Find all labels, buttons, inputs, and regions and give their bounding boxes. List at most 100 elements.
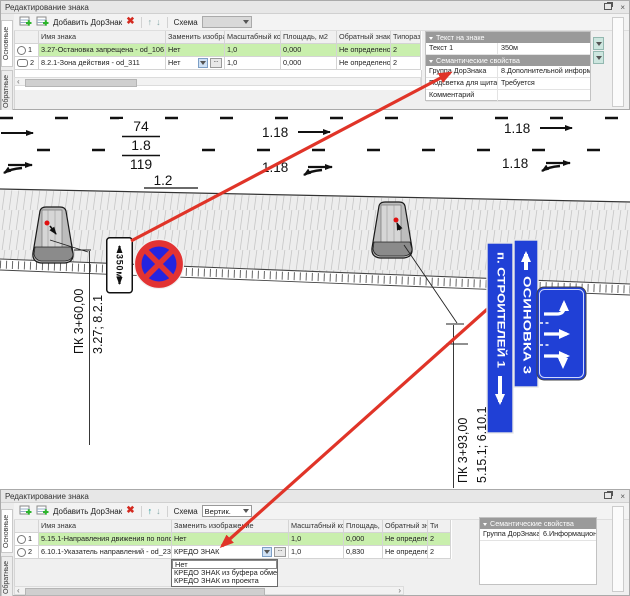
horizontal-scrollbar[interactable]: ‹ ›	[14, 586, 404, 595]
schema-select[interactable]	[202, 16, 252, 28]
row-selector-icon[interactable]	[17, 535, 26, 544]
browse-button[interactable]: ...	[274, 547, 286, 557]
add-sign-button[interactable]: Добавить ДорЗнак	[53, 507, 122, 516]
cell-sign-name[interactable]: 6.10.1-Указатель направлений - od_233	[39, 546, 172, 559]
add-sign-button[interactable]: Добавить ДорЗнак	[53, 18, 122, 27]
col-scale[interactable]: Масштабный ко	[289, 520, 344, 533]
scroll-left-icon[interactable]: ‹	[15, 78, 22, 85]
cell-scale[interactable]: 1,0	[289, 546, 344, 559]
col-area[interactable]: Площадь,	[344, 520, 383, 533]
prop-row-comment[interactable]: Комментарий	[426, 90, 590, 102]
scrollbar-thumb[interactable]	[25, 588, 265, 596]
scroll-right-icon[interactable]: ›	[396, 587, 403, 594]
section-semantic-props[interactable]: Семантические свойства	[480, 518, 596, 529]
scroll-left-icon[interactable]: ‹	[15, 587, 22, 594]
zone-sign-350m[interactable]: 350м	[107, 238, 133, 293]
tab-reverse[interactable]: Обратные	[1, 70, 13, 112]
move-down-icon[interactable]: ↓	[156, 506, 161, 516]
table-row[interactable]: 1 3.27-Остановка запрещена - od_106 Нет …	[15, 44, 422, 57]
chevron-down-icon[interactable]	[262, 547, 272, 557]
lane-directions-sign[interactable]	[537, 287, 586, 380]
add-sign-alt-icon[interactable]	[36, 16, 49, 28]
table-row[interactable]: 1 5.15.1-Направления движения по полосам…	[15, 533, 452, 546]
mini-scrollbar[interactable]	[593, 37, 604, 64]
prop-value[interactable]: Требуется	[498, 78, 590, 89]
float-window-icon[interactable]	[604, 3, 614, 12]
delete-sign-icon[interactable]: ✖	[126, 506, 134, 516]
schema-select[interactable]: Вертик.	[202, 505, 252, 517]
cell-size[interactable]: 2	[428, 533, 451, 546]
move-up-icon[interactable]: ↑	[148, 17, 153, 27]
table-row[interactable]: 2 8.2.1-Зона действия - od_311 Нет... 1,…	[15, 57, 422, 70]
cell-scale[interactable]: 1,0	[225, 44, 281, 57]
scrollbar-thumb[interactable]	[25, 79, 137, 87]
prop-row-group[interactable]: Группа ДорЗнака 8.Дополнительной информа…	[426, 66, 590, 78]
prop-value[interactable]: 6.Информационные	[540, 529, 596, 540]
scroll-down-icon[interactable]	[593, 37, 604, 50]
cell-size[interactable]: 2	[391, 57, 421, 70]
prop-value[interactable]	[498, 90, 590, 101]
section-text-on-sign[interactable]: Текст на знаке	[426, 32, 590, 43]
cell-replace[interactable]: Нет	[172, 533, 289, 546]
move-up-icon[interactable]: ↑	[148, 506, 153, 516]
cell-reverse[interactable]: Не определено	[337, 44, 391, 57]
prop-row-text1[interactable]: Текст 1 350м	[426, 43, 590, 55]
prop-row-group[interactable]: Группа ДорЗнака 6.Информационные	[480, 529, 596, 541]
prop-row-light[interactable]: Подсветка для щита Требуется	[426, 78, 590, 90]
direction-sign-street[interactable]: п. СТРОИТЕЛЕЙ 1	[487, 243, 513, 433]
merge-arrow[interactable]	[542, 163, 570, 171]
col-name[interactable]: Имя знака	[39, 520, 172, 533]
dropdown-option[interactable]: Нет	[172, 560, 277, 569]
cell-sign-name[interactable]: 5.15.1-Направления движения по полосам .…	[39, 533, 172, 546]
dropdown-option[interactable]: КРЕДО ЗНАК из буфера обмена	[172, 569, 277, 578]
cell-scale[interactable]: 1,0	[289, 533, 344, 546]
add-sign-icon[interactable]	[19, 16, 32, 28]
section-semantic-props[interactable]: Семантические свойства	[426, 55, 590, 66]
cell-sign-name[interactable]: 3.27-Остановка запрещена - od_106	[39, 44, 166, 57]
float-window-icon[interactable]	[604, 492, 614, 501]
merge-arrow[interactable]	[304, 167, 332, 175]
col-name[interactable]: Имя знака	[39, 31, 166, 44]
cell-reverse[interactable]: Не определено	[337, 57, 391, 70]
prop-value[interactable]: 8.Дополнительной информации	[498, 66, 590, 77]
tab-reverse[interactable]: Обратные	[1, 556, 13, 596]
prop-value[interactable]: 350м	[498, 43, 590, 54]
tab-main[interactable]: Основные	[1, 20, 13, 67]
cell-scale[interactable]: 1,0	[225, 57, 281, 70]
row-selector-icon[interactable]	[17, 46, 26, 55]
close-icon[interactable]: ×	[620, 492, 625, 501]
bus-stop-pavilion[interactable]	[33, 207, 73, 263]
bus-stop-pavilion[interactable]	[372, 202, 412, 258]
col-reverse[interactable]: Обратный знак	[383, 520, 428, 533]
tab-main[interactable]: Основные	[1, 509, 13, 553]
cell-replace-combo[interactable]: Нет...	[166, 57, 225, 70]
cell-reverse[interactable]: Не определено	[383, 533, 428, 546]
cell-size[interactable]: 2	[391, 44, 421, 57]
no-stopping-sign[interactable]	[135, 240, 184, 289]
cell-size[interactable]: 2	[428, 546, 451, 559]
delete-sign-icon[interactable]: ✖	[126, 17, 134, 27]
horizontal-scrollbar[interactable]: ‹	[14, 77, 421, 86]
collapsed-panel-strip[interactable]	[612, 506, 624, 592]
scroll-down-icon[interactable]	[593, 51, 604, 64]
panel-titlebar-top[interactable]: Редактирование знака ×	[1, 1, 629, 14]
merge-arrow[interactable]	[4, 165, 32, 173]
col-replace[interactable]: Заменить изображение	[172, 520, 289, 533]
dropdown-option[interactable]: КРЕДО ЗНАК из проекта	[172, 577, 277, 586]
move-down-icon[interactable]: ↓	[156, 17, 161, 27]
add-sign-alt-icon[interactable]	[36, 505, 49, 517]
col-replace[interactable]: Заменить изобра	[166, 31, 225, 44]
col-size[interactable]: Ти	[428, 520, 451, 533]
collapsed-panel-strip[interactable]	[612, 17, 624, 107]
cell-reverse[interactable]: Не определено	[383, 546, 428, 559]
panel-titlebar-bottom[interactable]: Редактирование знака ×	[1, 490, 629, 503]
close-icon[interactable]: ×	[620, 3, 625, 12]
row-selector-icon[interactable]	[17, 59, 28, 67]
browse-button[interactable]: ...	[210, 58, 222, 68]
col-reverse[interactable]: Обратный знак	[337, 31, 391, 44]
col-area[interactable]: Площадь, м2	[281, 31, 337, 44]
cell-replace[interactable]: Нет	[166, 44, 225, 57]
cell-replace-combo[interactable]: КРЕДО ЗНАК...	[172, 546, 289, 559]
table-row[interactable]: 2 6.10.1-Указатель направлений - od_233 …	[15, 546, 452, 559]
row-selector-icon[interactable]	[17, 548, 26, 557]
